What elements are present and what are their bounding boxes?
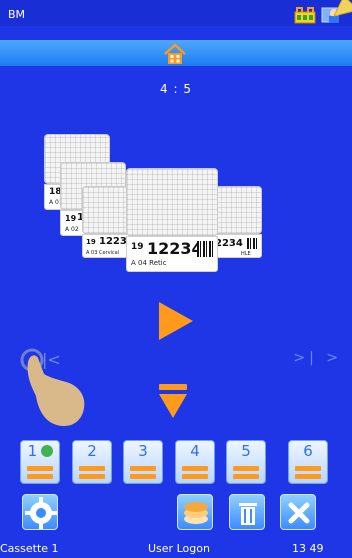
user-logon-label[interactable]: User Logon — [148, 542, 210, 555]
tab-6[interactable]: 6 — [288, 440, 328, 484]
tab-label: 2 — [87, 442, 97, 460]
tab-3[interactable]: 3 — [123, 440, 163, 484]
cassette-tabs: 1 2 3 4 5 6 — [20, 440, 346, 484]
home-icon[interactable] — [162, 43, 188, 65]
close-button[interactable] — [280, 494, 316, 530]
delete-button[interactable] — [229, 494, 265, 530]
cassette-prefix: 19 — [131, 242, 144, 252]
tab-label: 4 — [190, 442, 200, 460]
trash-icon — [239, 503, 257, 525]
cassette-id: HLE — [241, 251, 251, 257]
cassette-card-selected[interactable]: 19 12234 A 04 Retic — [126, 168, 218, 272]
layers-button[interactable] — [177, 494, 213, 530]
cassette-counter: 4 : 5 — [160, 82, 192, 96]
cassette-number: 12234 — [147, 239, 203, 258]
cassette-id: A 03 Cervical — [86, 250, 120, 256]
cassette-label: Cassette 1 — [0, 542, 59, 555]
swipe-hand-icon — [20, 348, 85, 426]
qr-code — [197, 241, 213, 257]
corner-pin-icon — [333, 0, 352, 17]
screen: BM 4 : 5 18 1 A — [0, 0, 352, 558]
tab-1[interactable]: 1 — [20, 440, 60, 484]
status-bar: BM — [0, 0, 352, 26]
tab-label: 6 — [303, 442, 313, 460]
move-down-icon[interactable] — [156, 382, 190, 420]
cassette-id: A 04 Retic — [131, 259, 167, 267]
cassette-prefix: 19 — [86, 238, 96, 246]
footer-bar: Cassette 1 User Logon 13 49 — [0, 536, 352, 558]
next-button[interactable]: >| > — [293, 350, 342, 366]
network-icon[interactable] — [294, 6, 316, 24]
play-icon[interactable] — [155, 300, 195, 342]
settings-button[interactable] — [22, 494, 58, 530]
gear-icon — [25, 497, 57, 529]
app-name: BM — [8, 8, 26, 21]
close-icon — [288, 502, 310, 524]
check-icon — [41, 445, 53, 457]
tab-label: 3 — [138, 442, 148, 460]
qr-code — [247, 238, 258, 249]
tab-4[interactable]: 4 — [175, 440, 215, 484]
cassette-id: A 02 — [65, 226, 79, 233]
clock: 13 49 — [292, 542, 324, 555]
tab-5[interactable]: 5 — [226, 440, 266, 484]
cassette-number: 2234 — [215, 238, 243, 249]
tab-2[interactable]: 2 — [72, 440, 112, 484]
tab-label: 5 — [241, 442, 251, 460]
layers-icon — [184, 502, 208, 524]
